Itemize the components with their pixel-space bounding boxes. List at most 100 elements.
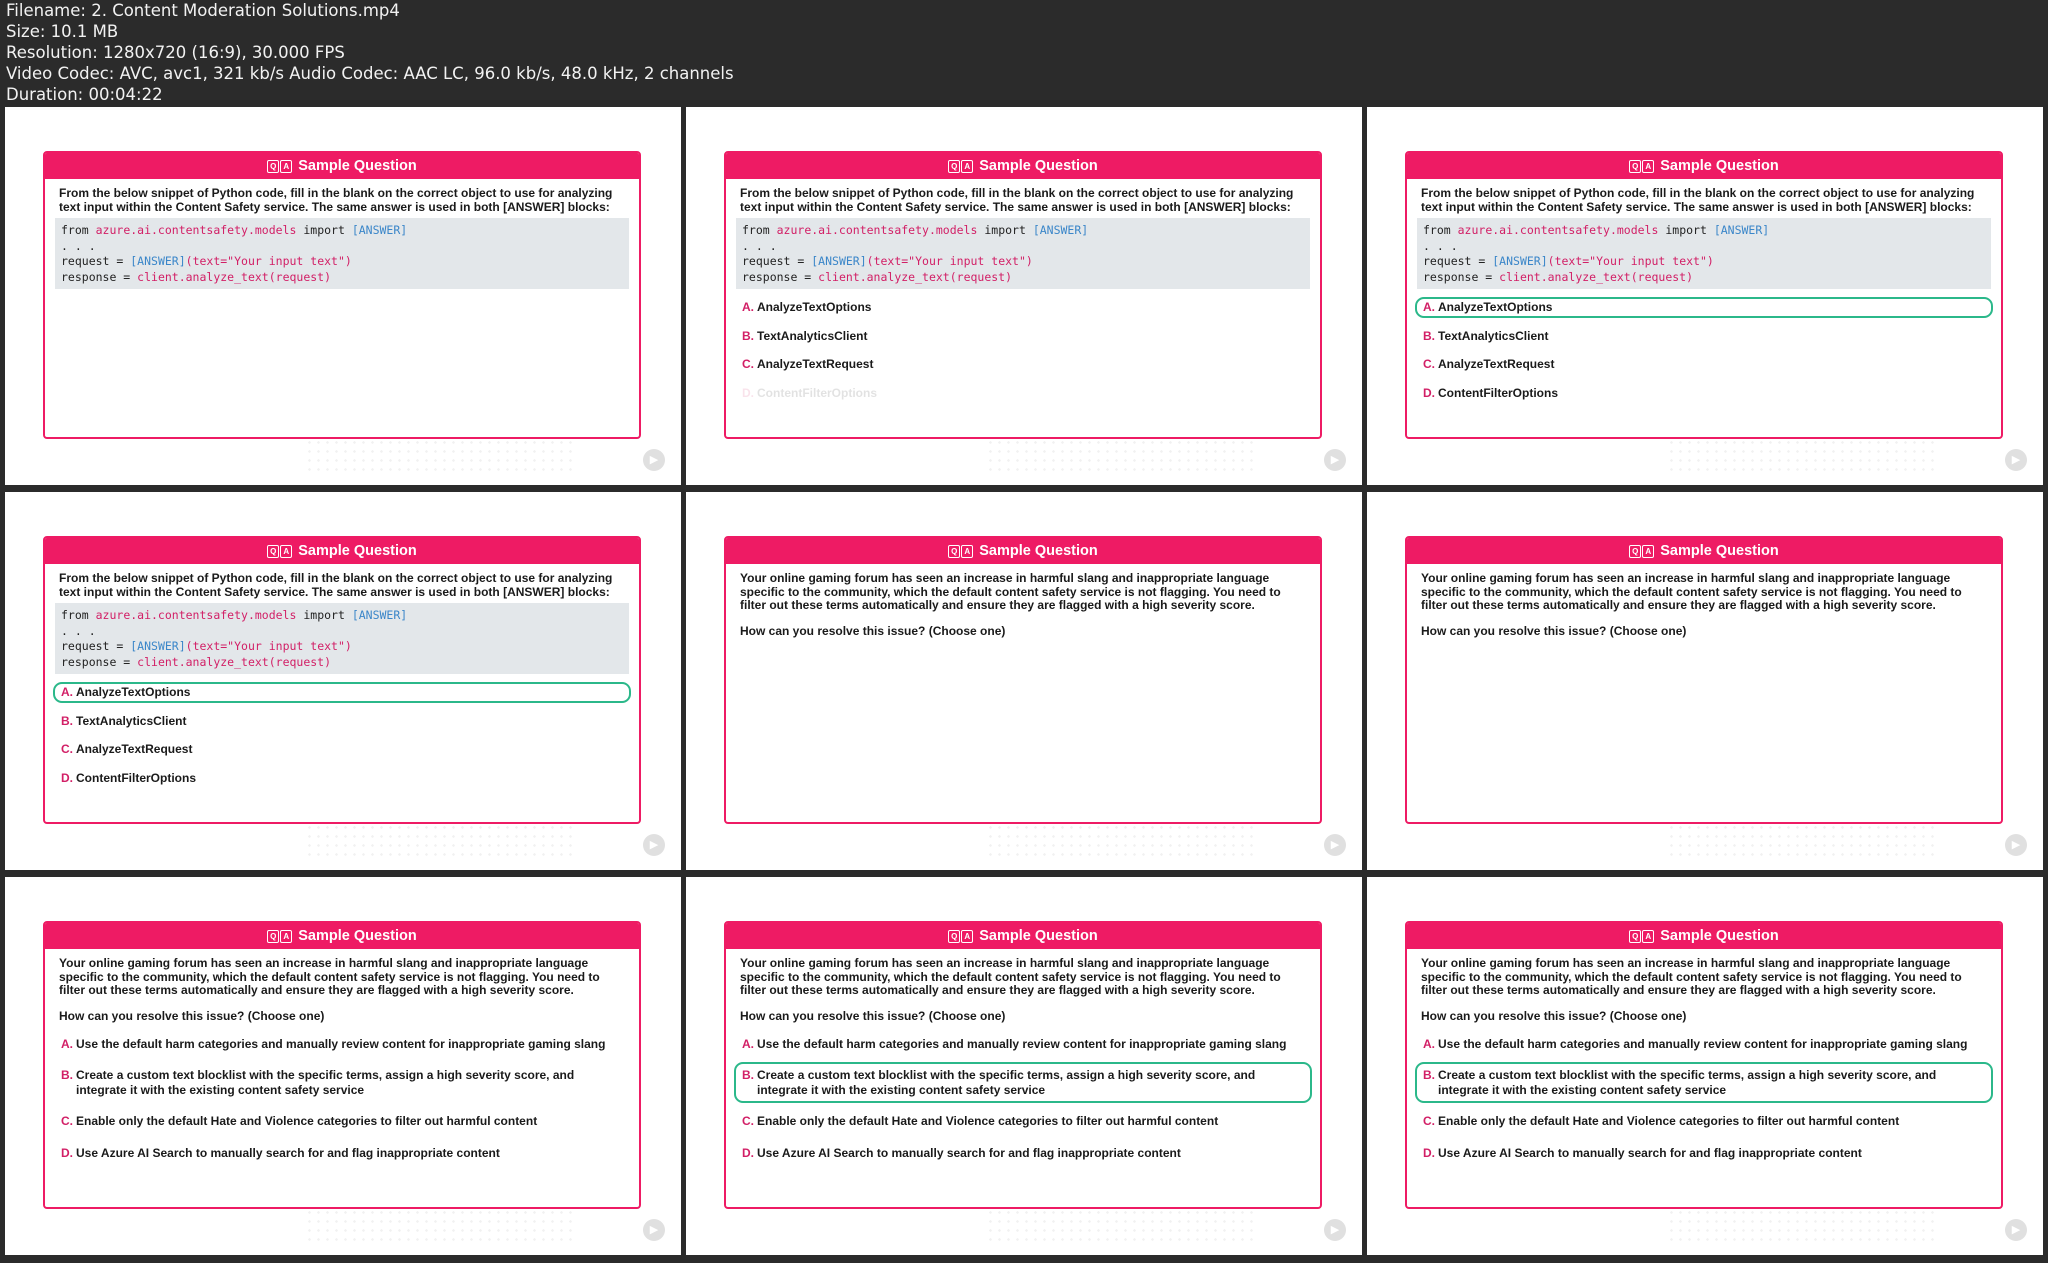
option-text: Create a custom text blocklist with the … bbox=[1438, 1068, 1937, 1097]
code-token: request = bbox=[1423, 254, 1493, 269]
answer-option[interactable]: C. AnalyzeTextRequest bbox=[734, 354, 1312, 375]
play-logo-icon: ▶ bbox=[1324, 834, 1346, 856]
video-frame[interactable]: Q A Sample Question From the below snippet … bbox=[686, 107, 1362, 485]
option-letter: A. bbox=[61, 685, 73, 700]
video-frame[interactable]: Q A Sample Question Your online gaming foru… bbox=[686, 492, 1362, 870]
code-ellipsis: . . . bbox=[61, 238, 96, 253]
video-frame[interactable]: Q A Sample Question From the below snippet … bbox=[5, 107, 681, 485]
answer-option[interactable]: D. Use Azure AI Search to manually search… bbox=[1415, 1140, 1993, 1167]
size-line: Size: 10.1 MB bbox=[6, 22, 119, 41]
card-title: Sample Question bbox=[979, 158, 1098, 174]
qa-icon: QA bbox=[267, 929, 293, 943]
question-card: Q A Sample Question From the below snippet … bbox=[43, 536, 641, 824]
answer-option[interactable]: A. AnalyzeTextOptions bbox=[53, 682, 631, 703]
question-card: Q A Sample Question Your online gaming foru… bbox=[1405, 921, 2003, 1209]
code-answer-blank: [ANSWER] bbox=[1713, 223, 1770, 238]
play-logo-icon: ▶ bbox=[1324, 449, 1346, 471]
answer-option[interactable]: A. Use the default harm categories and ma… bbox=[734, 1031, 1312, 1058]
video-frame[interactable]: Q A Sample Question Your online gaming foru… bbox=[686, 877, 1362, 1255]
qa-icon: QA bbox=[1629, 159, 1655, 173]
qa-icon: QA bbox=[948, 159, 974, 173]
answer-option[interactable]: A. Use the default harm categories and ma… bbox=[1415, 1031, 1993, 1058]
play-logo-icon: ▶ bbox=[643, 449, 665, 471]
answer-option[interactable]: B. Create a custom text blocklist with th… bbox=[734, 1062, 1312, 1104]
card-title: Sample Question bbox=[979, 928, 1098, 944]
code-args: (text="Your input text") bbox=[1547, 254, 1714, 269]
option-text: AnalyzeTextOptions bbox=[757, 300, 872, 315]
video-frame[interactable]: Q A Sample Question Your online gaming foru… bbox=[1367, 492, 2043, 870]
question-text: From the below snippet of Python code, f… bbox=[59, 186, 613, 214]
qa-icon: QA bbox=[948, 544, 974, 558]
answer-option[interactable]: C. Enable only the default Hate and Viole… bbox=[53, 1108, 631, 1135]
code-token: response = bbox=[61, 654, 138, 669]
option-letter: C. bbox=[61, 742, 73, 757]
code-call: client.analyze_text(request) bbox=[137, 269, 332, 284]
answer-option[interactable]: D. Use Azure AI Search to manually search… bbox=[53, 1140, 631, 1167]
video-frame[interactable]: Q A Sample Question Your online gaming foru… bbox=[5, 877, 681, 1255]
question-card: Q A Sample Question Your online gaming foru… bbox=[724, 536, 1322, 824]
answer-option[interactable]: A. AnalyzeTextOptions bbox=[1415, 297, 1993, 318]
card-header: Q A Sample Question bbox=[45, 538, 639, 564]
card-title: Sample Question bbox=[298, 928, 417, 944]
code-token: import bbox=[1658, 223, 1714, 238]
codec-line: Video Codec: AVC, avc1, 321 kb/s Audio C… bbox=[6, 64, 734, 83]
video-frame[interactable]: Q A Sample Question From the below snippet … bbox=[1367, 107, 2043, 485]
question-card: Q A Sample Question Your online gaming foru… bbox=[1405, 536, 2003, 824]
video-frame[interactable]: Q A Sample Question From the below snippet … bbox=[5, 492, 681, 870]
question-text: Your online gaming forum has seen an inc… bbox=[740, 956, 1281, 998]
code-answer-blank: [ANSWER] bbox=[351, 223, 408, 238]
code-token: request = bbox=[742, 254, 812, 269]
option-text: Use the default harm categories and manu… bbox=[1438, 1036, 1968, 1051]
card-title: Sample Question bbox=[1660, 543, 1779, 559]
option-text: Create a custom text blocklist with the … bbox=[757, 1068, 1256, 1097]
option-text: Enable only the default Hate and Violenc… bbox=[1438, 1114, 1900, 1129]
card-body: Your online gaming forum has seen an inc… bbox=[45, 949, 639, 1166]
qa-icon: QA bbox=[1629, 544, 1655, 558]
answer-option[interactable]: A. AnalyzeTextOptions bbox=[734, 297, 1312, 318]
option-letter: C. bbox=[742, 1114, 754, 1129]
option-letter: B. bbox=[61, 713, 73, 728]
video-metadata: Filename: 2. Content Moderation Solution… bbox=[6, 0, 2042, 106]
code-token: from bbox=[61, 608, 96, 623]
code-snippet: from azure.ai.contentsafety.models impor… bbox=[736, 218, 1310, 290]
option-text: Enable only the default Hate and Violenc… bbox=[757, 1114, 1219, 1129]
answer-option[interactable]: D. Use Azure AI Search to manually search… bbox=[734, 1140, 1312, 1167]
answer-options: A. AnalyzeTextOptions B. TextAnalyticsClien… bbox=[53, 682, 631, 788]
answer-option[interactable]: C. Enable only the default Hate and Viole… bbox=[1415, 1108, 1993, 1135]
video-frame[interactable]: Q A Sample Question Your online gaming foru… bbox=[1367, 877, 2043, 1255]
question-prompt: How can you resolve this issue? (Choose … bbox=[740, 623, 1006, 638]
answer-option[interactable]: B. Create a custom text blocklist with th… bbox=[1415, 1062, 1993, 1104]
option-letter: B. bbox=[1423, 1068, 1435, 1083]
code-answer-blank: [ANSWER] bbox=[1032, 223, 1089, 238]
answer-option[interactable]: D. ContentFilterOptions bbox=[734, 383, 1312, 404]
option-text: AnalyzeTextOptions bbox=[1438, 300, 1553, 315]
answer-option[interactable]: D. ContentFilterOptions bbox=[1415, 383, 1993, 404]
answer-option[interactable]: C. Enable only the default Hate and Viole… bbox=[734, 1108, 1312, 1135]
answer-option[interactable]: A. Use the default harm categories and ma… bbox=[53, 1031, 631, 1058]
answer-option[interactable]: C. AnalyzeTextRequest bbox=[53, 739, 631, 760]
answer-option[interactable]: B. TextAnalyticsClient bbox=[53, 711, 631, 732]
code-answer-blank: [ANSWER] bbox=[1492, 254, 1548, 269]
option-text: AnalyzeTextOptions bbox=[76, 685, 191, 700]
answer-option[interactable]: C. AnalyzeTextRequest bbox=[1415, 354, 1993, 375]
option-text: Use Azure AI Search to manually search f… bbox=[757, 1145, 1181, 1160]
card-body: From the below snippet of Python code, f… bbox=[726, 179, 1320, 403]
answer-option[interactable]: B. Create a custom text blocklist with th… bbox=[53, 1062, 631, 1103]
option-text: TextAnalyticsClient bbox=[1438, 328, 1549, 343]
card-body: From the below snippet of Python code, f… bbox=[1407, 179, 2001, 403]
code-ellipsis: . . . bbox=[1423, 238, 1458, 253]
play-logo-icon: ▶ bbox=[2005, 834, 2027, 856]
code-token: request = bbox=[61, 254, 131, 269]
play-logo-icon: ▶ bbox=[1324, 1219, 1346, 1241]
qa-icon: QA bbox=[1629, 929, 1655, 943]
answer-option[interactable]: D. ContentFilterOptions bbox=[53, 768, 631, 789]
option-letter: A. bbox=[1423, 1036, 1435, 1051]
option-text: Use the default harm categories and manu… bbox=[76, 1036, 606, 1051]
card-body: Your online gaming forum has seen an inc… bbox=[1407, 564, 2001, 638]
question-card: Q A Sample Question From the below snippet … bbox=[1405, 151, 2003, 439]
answer-option[interactable]: B. TextAnalyticsClient bbox=[734, 326, 1312, 347]
code-call: client.analyze_text(request) bbox=[137, 654, 332, 669]
qa-icon: QA bbox=[267, 544, 293, 558]
answer-option[interactable]: B. TextAnalyticsClient bbox=[1415, 326, 1993, 347]
code-ellipsis: . . . bbox=[61, 623, 96, 638]
